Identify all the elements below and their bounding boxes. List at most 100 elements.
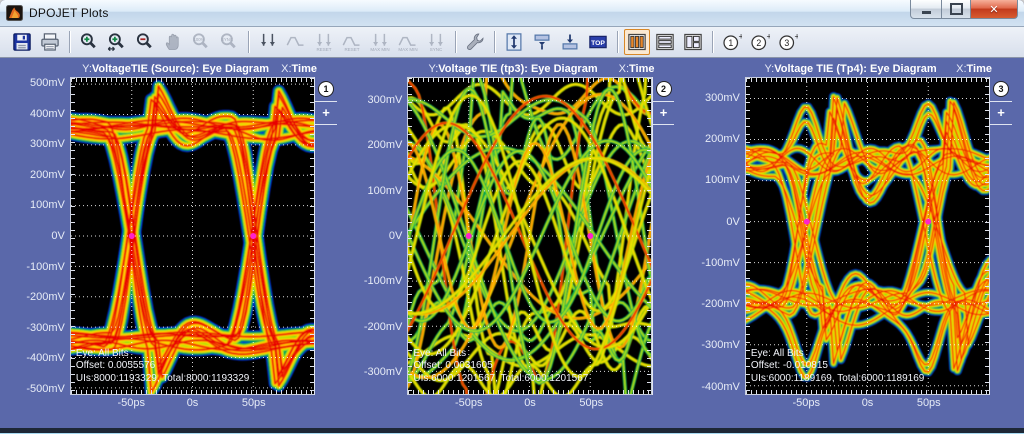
zoom-sync-button[interactable]: SYNC [216,29,242,55]
dock-top-button[interactable] [529,29,555,55]
cursors-reset-button[interactable]: RESET [311,29,337,55]
zoom-out-button[interactable] [132,29,158,55]
add-measurement-button[interactable]: + [990,104,1012,122]
plot3-add-button[interactable]: 3+ [775,29,801,55]
eye-type-text: Eye: All Bits [751,348,924,361]
plot-title: Y:Voltage TIE (tp3): Eye DiagramX:Time [408,62,655,76]
y-tick-label: 400mV [30,108,65,120]
zoom-100-button[interactable]: 100% [188,29,214,55]
x-axis-labels: -50ps0s50ps [745,395,990,411]
y-axis-source-label: VoltageTIE (Source): Eye Diagram [92,63,269,75]
dock-top-icon [532,32,552,52]
x-tick-label: 50ps [579,397,603,409]
toolbar-separator [494,31,495,53]
svg-text:MAX MIN: MAX MIN [398,47,417,52]
layout-grid-icon [683,32,703,52]
y-tick-label: -100mV [26,261,65,273]
y-tick-label: 300mV [368,94,403,106]
svg-text:RESET: RESET [316,47,331,52]
add-measurement-button[interactable]: + [315,104,337,122]
toolbar-group-3 [461,29,489,55]
close-button[interactable]: ✕ [971,0,1018,19]
fit-vertical-icon [504,32,524,52]
svg-text:+: + [795,32,799,42]
y-tick-label: -400mV [701,381,740,393]
eye-diagram-canvas-1[interactable]: Eye: All BitsOffset: 0.0055576UIs:8000:1… [70,77,314,395]
layout-columns-icon [627,32,647,52]
plot-stats-overlay: Eye: All BitsOffset: 0.0055576UIs:8000:1… [76,348,249,386]
y-tick-label: -200mV [701,298,740,310]
plot-stats-overlay: Eye: All BitsOffset: -0.010815UIs:6000:1… [751,348,924,386]
plot-number-badge: 3 [993,81,1009,97]
y-axis-labels: 300mV200mV100mV0V-100mV-200mV-300mV-400m… [703,77,745,395]
y-tick-label: 0V [726,216,739,228]
layout-rows-button[interactable] [652,29,678,55]
y-tick-label: 100mV [368,185,403,197]
toolbar-group-0 [8,29,64,55]
maximize-button[interactable] [942,0,971,19]
cursors-sync-button[interactable]: SYNC [423,29,449,55]
x-axis-source-label: Time [629,63,654,75]
cursors-reset-icon: RESET [314,32,334,52]
layout-grid-button[interactable] [680,29,706,55]
save-button[interactable] [9,29,35,55]
configure-wrench-button[interactable] [462,29,488,55]
cursors-sync-icon: SYNC [426,32,446,52]
x-axis-labels: -50ps0s50ps [408,395,653,411]
title-bar[interactable]: DPOJET Plots ✕ [0,0,1024,27]
y-tick-label: -100mV [364,275,403,287]
y-tick-label: 300mV [705,92,740,104]
svg-text:SYNC: SYNC [221,37,233,42]
eye-diagram-canvas-2[interactable]: Eye: All BitsOffset: 0.0031605UIs:6000:1… [407,77,651,395]
y-axis-source-label: Voltage TIE (tp3): Eye Diagram [438,63,597,75]
cursors-button[interactable] [255,29,281,55]
save-icon [12,32,32,52]
cursors-maxmin-button[interactable]: MAX MIN [367,29,393,55]
dock-bottom-button[interactable] [557,29,583,55]
plot-title: Y:Voltage TIE (Tp4): Eye DiagramX:Time [745,62,992,76]
toolbar: 100% SYNC RESET RESET MAX MIN MAX MIN SYNC TOP 1… [0,27,1024,58]
pan-button[interactable] [160,29,186,55]
y-tick-label: -300mV [364,366,403,378]
y-axis-prefix: Y: [764,63,774,75]
top-button[interactable]: TOP [585,29,611,55]
layout-columns-button[interactable] [624,29,650,55]
waveform-maxmin-icon: MAX MIN [398,32,418,52]
waveform-limits-button[interactable] [283,29,309,55]
uis-total-text: UIs:6000:1189169, Total:6000:1189169 [751,373,924,386]
plot1-add-button[interactable]: 1+ [719,29,745,55]
add-measurement-button[interactable]: + [653,104,675,122]
eye-type-text: Eye: All Bits [76,348,249,361]
configure-wrench-icon [465,32,485,52]
fit-vertical-button[interactable] [501,29,527,55]
y-axis-prefix: Y: [428,63,438,75]
eye-diagram-canvas-3[interactable]: Eye: All BitsOffset: -0.010815UIs:6000:1… [745,77,989,395]
x-axis-source-label: Time [292,63,317,75]
minimize-button[interactable] [910,0,942,19]
eye-type-text: Eye: All Bits [413,348,588,361]
plot-panel-2: Y:Voltage TIE (tp3): Eye DiagramX:Time 30… [366,62,675,428]
svg-text:TOP: TOP [591,40,605,47]
x-axis-prefix: X: [281,63,291,75]
print-button[interactable] [37,29,63,55]
waveform-reset-button[interactable]: RESET [339,29,365,55]
zoom-horizontal-button[interactable] [104,29,130,55]
dock-bottom-icon [560,32,580,52]
waveform-maxmin-button[interactable]: MAX MIN [395,29,421,55]
x-tick-label: 0s [862,397,874,409]
svg-text:MAX MIN: MAX MIN [370,47,389,52]
cursors-icon [258,32,278,52]
zoom-in-button[interactable] [76,29,102,55]
y-tick-label: -100mV [701,257,740,269]
svg-text:2: 2 [756,38,761,48]
x-axis-source-label: Time [967,63,992,75]
plot2-add-button[interactable]: 2+ [747,29,773,55]
y-tick-label: 200mV [368,139,403,151]
y-axis-prefix: Y: [82,63,92,75]
window-title: DPOJET Plots [29,6,109,20]
zoom-sync-icon: SYNC [219,32,239,52]
zoom-horizontal-icon [107,32,127,52]
x-tick-label: -50ps [117,397,145,409]
print-icon [40,32,60,52]
x-tick-label: 50ps [242,397,266,409]
